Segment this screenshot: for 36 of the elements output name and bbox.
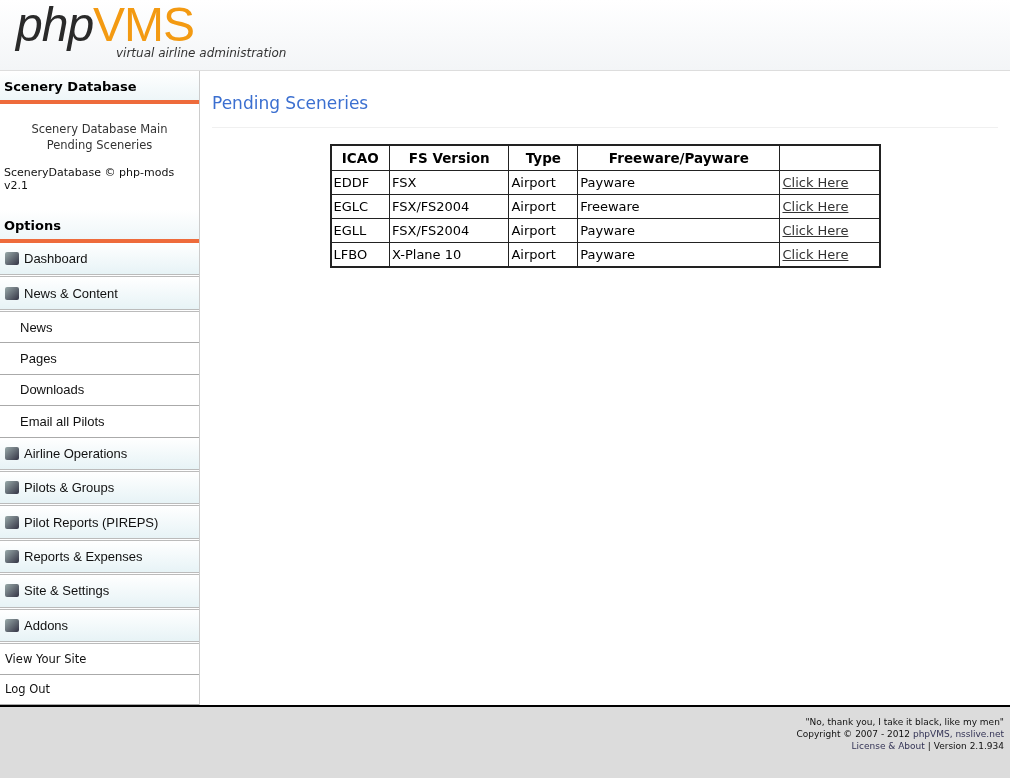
module-link[interactable]: Pending Sceneries [46,138,153,152]
copyright-text: Copyright © 2007 - 2012 [796,729,910,739]
square-icon [5,515,19,529]
table-cell: Airport [508,242,578,267]
table-cell: EGLC [330,194,390,219]
column-header: ICAO [330,145,390,171]
square-icon [5,252,19,266]
table-cell: EGLL [330,218,390,243]
square-icon [5,481,19,495]
table-cell: EDDF [330,170,390,195]
column-header: FS Version [389,145,509,171]
logo-tagline: virtual airline administration [116,46,288,60]
square-icon [5,446,19,460]
table-cell: Airport [508,218,578,243]
square-icon [5,584,19,598]
table-cell: FSX/FS2004 [389,194,509,219]
module-link[interactable]: Scenery Database Main [31,122,168,136]
table-cell: FSX [389,170,509,195]
footer-quote: "No, thank you, I take it black, like my men" [805,717,1004,727]
table-cell: FSX/FS2004 [389,218,509,243]
table-cell: Payware [577,218,780,243]
square-icon [5,286,19,300]
table-cell: Airport [508,194,578,219]
module-credit: SceneryDatabase © php-mods v2.1 [3,166,176,194]
square-icon [5,618,19,632]
page-title: Pending Sceneries [212,93,998,128]
version-text: | Version 2.1.934 [927,741,1004,751]
column-header: Type [508,145,578,171]
table-cell: Airport [508,170,578,195]
table-cell: Payware [577,170,780,195]
table-cell: Freeware [577,194,780,219]
square-icon [5,550,19,564]
footer-link[interactable]: License & About [851,741,925,751]
column-header: Freeware/Payware [577,145,780,171]
table-cell: X-Plane 10 [389,242,509,267]
footer-link[interactable]: phpVMS, nsslive.net [912,729,1004,739]
